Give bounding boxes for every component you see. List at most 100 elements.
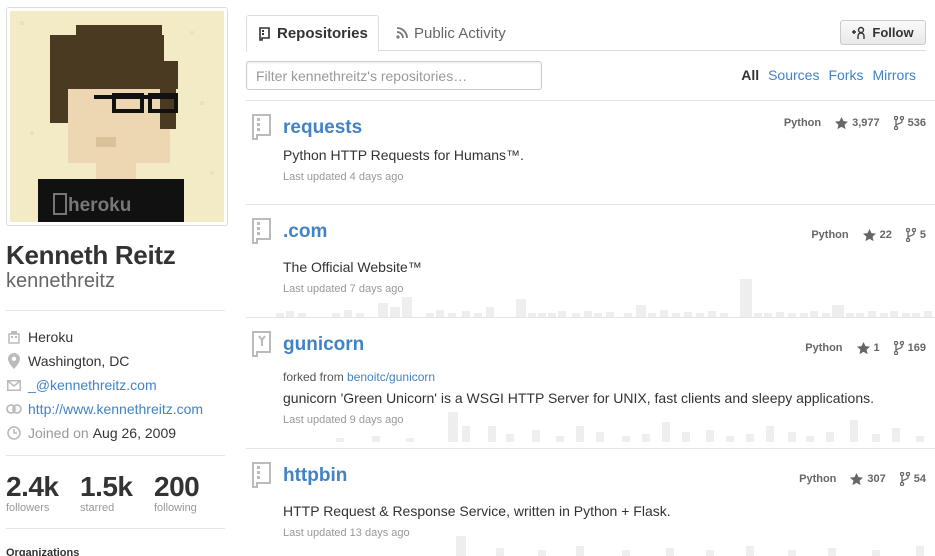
avatar-image: heroku — [10, 11, 224, 222]
stat-value: 2.4k — [6, 471, 59, 502]
profile-email: _@kennethreitz.com — [6, 374, 157, 396]
location-icon — [6, 353, 22, 369]
repo-meta: Python 1 169 — [805, 341, 926, 355]
organizations-heading: Organizations — [6, 547, 80, 556]
repo-type-filter: All Sources Forks Mirrors — [741, 67, 916, 83]
fork-icon — [899, 472, 910, 486]
repo-meta: Python 307 54 — [799, 472, 926, 486]
stat-label: following — [154, 502, 197, 514]
repo-description: Python HTTP Requests for Humans™. — [283, 147, 524, 163]
repo-description: The Official Website™ — [283, 259, 422, 275]
repo-icon — [250, 113, 274, 146]
repo-forks[interactable]: 169 — [893, 341, 926, 355]
fork-icon — [893, 116, 904, 130]
stat-following[interactable]: 200 following — [154, 471, 200, 515]
repo-meta: Python 22 5 — [811, 228, 926, 242]
profile-username: kennethreitz — [6, 270, 115, 292]
follow-label: Follow — [872, 25, 914, 40]
tab-label: Repositories — [277, 25, 368, 42]
stat-label: starred — [80, 502, 115, 514]
filter-all[interactable]: All — [741, 67, 759, 83]
avatar[interactable]: heroku — [6, 7, 228, 226]
repo-meta: Python 3,977 536 — [784, 116, 926, 130]
repo-item: .com The Official Website™ Last updated … — [246, 205, 935, 317]
stat-value: 1.5k — [80, 471, 133, 502]
mail-icon — [6, 377, 22, 393]
tab-public-activity[interactable]: Public Activity — [396, 15, 506, 51]
repo-language: Python — [783, 117, 822, 129]
rss-icon — [396, 27, 408, 39]
repo-updated: Last updated 9 days ago — [283, 414, 404, 426]
profile-company: Heroku — [6, 326, 73, 348]
profile-joined: Joined on Aug 26, 2009 — [6, 422, 176, 444]
repo-icon — [250, 217, 274, 250]
fork-icon — [905, 228, 916, 242]
divider — [6, 310, 225, 311]
fork-icon — [893, 341, 904, 355]
joined-label: Joined on — [28, 425, 89, 441]
tab-repositories[interactable]: Repositories — [246, 15, 379, 52]
website-link[interactable]: http://www.kennethreitz.com — [28, 401, 203, 417]
star-icon — [850, 472, 864, 486]
repo-forks[interactable]: 54 — [899, 472, 926, 486]
fork-count: 536 — [907, 117, 926, 129]
filter-sources[interactable]: Sources — [768, 67, 819, 83]
repo-filter-input[interactable] — [246, 61, 542, 90]
repo-name-link[interactable]: gunicorn — [283, 334, 364, 356]
stat-value: 200 — [154, 471, 200, 502]
company-text: Heroku — [28, 329, 74, 345]
follow-button[interactable]: Follow — [840, 20, 926, 45]
svg-text:heroku: heroku — [68, 195, 131, 216]
add-person-icon — [852, 26, 866, 40]
profile-location: Washington, DC — [6, 350, 129, 372]
star-icon — [862, 228, 876, 242]
star-count: 22 — [879, 229, 892, 241]
profile-tabs: Repositories Public Activity — [246, 15, 926, 52]
repo-item: requests Python HTTP Requests for Humans… — [246, 101, 935, 213]
forked-from-label: forked from — [283, 370, 344, 384]
fork-count: 169 — [907, 342, 926, 354]
repo-language: Python — [811, 229, 849, 241]
profile-website: http://www.kennethreitz.com — [6, 398, 203, 420]
divider — [6, 455, 225, 456]
repo-item: gunicorn forked from benoitc/gunicorn gu… — [246, 318, 935, 442]
star-icon — [856, 341, 870, 355]
stat-starred[interactable]: 1.5k starred — [80, 471, 133, 515]
repo-description: gunicorn 'Green Unicorn' is a WSGI HTTP … — [283, 390, 874, 406]
filter-mirrors[interactable]: Mirrors — [872, 67, 916, 83]
repo-updated: Last updated 7 days ago — [283, 283, 404, 295]
star-icon — [835, 116, 849, 130]
repo-updated: Last updated 4 days ago — [283, 171, 404, 183]
repo-stars[interactable]: 307 — [850, 472, 886, 486]
organization-icon — [6, 329, 22, 345]
star-count: 3,977 — [852, 117, 880, 129]
forked-from-link[interactable]: benoitc/gunicorn — [347, 370, 435, 384]
clock-icon — [6, 425, 22, 441]
repo-forks[interactable]: 536 — [893, 116, 926, 130]
repo-name-link[interactable]: requests — [283, 117, 362, 139]
forked-from: forked from benoitc/gunicorn — [283, 370, 435, 384]
profile-fullname: Kenneth Reitz — [6, 240, 176, 270]
repo-name-link[interactable]: .com — [283, 221, 327, 243]
joined-date: Aug 26, 2009 — [92, 425, 177, 441]
link-icon — [6, 401, 22, 417]
repo-stars[interactable]: 22 — [862, 228, 892, 242]
tab-label: Public Activity — [414, 24, 506, 42]
star-count: 1 — [873, 342, 880, 354]
stat-followers[interactable]: 2.4k followers — [6, 471, 59, 515]
repo-language: Python — [805, 342, 843, 354]
repo-updated: Last updated 13 days ago — [283, 527, 410, 539]
repo-icon — [259, 26, 271, 41]
repo-item: httpbin HTTP Request & Response Service,… — [246, 449, 935, 556]
repo-language: Python — [799, 473, 837, 485]
repo-forks[interactable]: 5 — [905, 228, 926, 242]
fork-count: 5 — [919, 229, 926, 241]
email-link[interactable]: _@kennethreitz.com — [28, 377, 157, 393]
filter-forks[interactable]: Forks — [828, 67, 863, 83]
repo-stars[interactable]: 3,977 — [835, 116, 880, 130]
fork-repo-icon — [250, 330, 274, 363]
location-text: Washington, DC — [28, 353, 130, 369]
repo-stars[interactable]: 1 — [856, 341, 880, 355]
repo-name-link[interactable]: httpbin — [283, 465, 347, 487]
repo-icon — [250, 461, 274, 494]
